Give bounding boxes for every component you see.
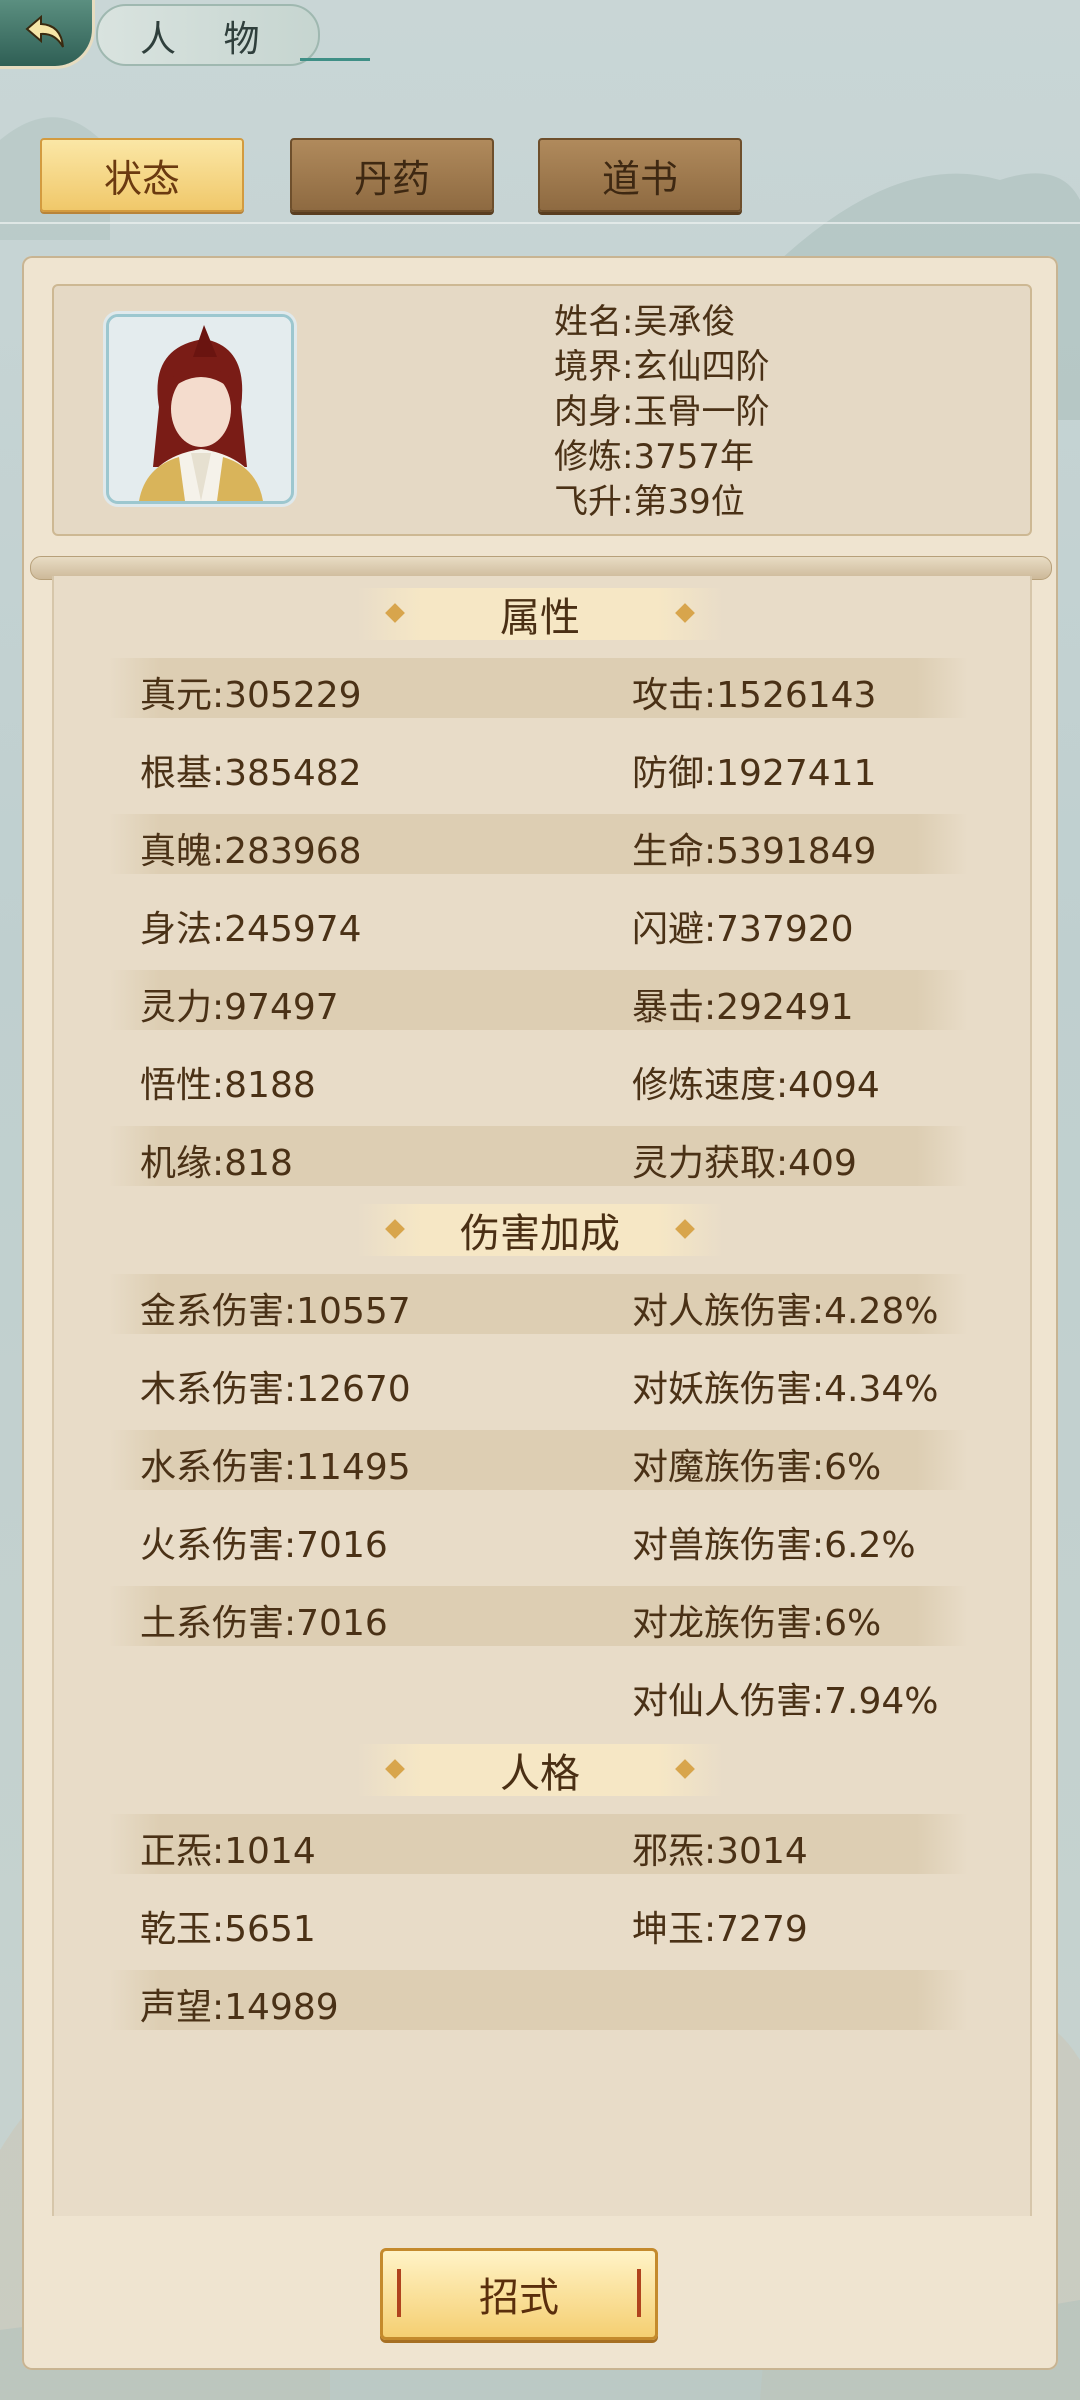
top-bar: 人 物 bbox=[0, 0, 1080, 75]
stat-wuxing: 悟性:8188 bbox=[140, 1065, 316, 1106]
personality-row: 声望:14989 bbox=[108, 1970, 968, 2030]
dmg-wood: 木系伤害:12670 bbox=[140, 1369, 411, 1410]
damage-row: 水系伤害:11495 对魔族伤害:6% bbox=[108, 1430, 968, 1490]
section-damage-title: 伤害加成 bbox=[460, 1211, 620, 1257]
dmg-vs-human: 对人族伤害:4.28% bbox=[632, 1291, 939, 1332]
damage-row: 对仙人伤害:7.94% bbox=[108, 1664, 968, 1724]
dmg-vs-beast: 对兽族伤害:6.2% bbox=[632, 1525, 916, 1566]
tab-status[interactable]: 状态 bbox=[40, 138, 244, 212]
stat-shenfa: 身法:245974 bbox=[140, 909, 362, 950]
character-ascension: 飞升:第39位 bbox=[554, 482, 745, 522]
skills-button-label: 招式 bbox=[479, 2275, 559, 2321]
damage-row: 火系伤害:7016 对兽族伤害:6.2% bbox=[108, 1508, 968, 1568]
stat-zhenyuan: 真元:305229 bbox=[140, 675, 362, 716]
character-name: 姓名:吴承俊 bbox=[554, 302, 736, 342]
stat-reputation: 声望:14989 bbox=[140, 1987, 339, 2028]
section-personality-header: 人格 bbox=[356, 1740, 724, 1800]
stat-hp: 生命:5391849 bbox=[632, 831, 877, 872]
stat-attack: 攻击:1526143 bbox=[632, 675, 877, 716]
damage-row: 木系伤害:12670 对妖族伤害:4.34% bbox=[108, 1352, 968, 1412]
stat-lingli-gain: 灵力获取:409 bbox=[632, 1143, 857, 1184]
character-info: 姓名:吴承俊 境界:玄仙四阶 肉身:玉骨一阶 修炼:3757年 飞升:第39位 bbox=[554, 300, 769, 525]
tab-books[interactable]: 道书 bbox=[538, 138, 742, 212]
character-portrait bbox=[109, 317, 291, 501]
stat-dodge: 闪避:737920 bbox=[632, 909, 854, 950]
section-damage-header: 伤害加成 bbox=[356, 1200, 724, 1260]
dmg-earth: 土系伤害:7016 bbox=[140, 1603, 388, 1644]
stat-defense: 防御:1927411 bbox=[632, 753, 877, 794]
damage-row: 金系伤害:10557 对人族伤害:4.28% bbox=[108, 1274, 968, 1334]
stat-qianyu: 乾玉:5651 bbox=[140, 1909, 316, 1950]
back-arrow-icon bbox=[25, 14, 64, 48]
dmg-water: 水系伤害:11495 bbox=[140, 1447, 411, 1488]
header-divider bbox=[0, 222, 1080, 224]
stat-row: 悟性:8188 修炼速度:4094 bbox=[108, 1048, 968, 1108]
stat-row: 机缘:818 灵力获取:409 bbox=[108, 1126, 968, 1186]
dmg-vs-dragon: 对龙族伤害:6% bbox=[632, 1603, 882, 1644]
personality-row: 正炁:1014 邪炁:3014 bbox=[108, 1814, 968, 1874]
stat-kunyu: 坤玉:7279 bbox=[632, 1909, 808, 1950]
stat-cultivation-speed: 修炼速度:4094 bbox=[632, 1065, 880, 1106]
stat-crit: 暴击:292491 bbox=[632, 987, 854, 1028]
stat-row: 真魄:283968 生命:5391849 bbox=[108, 814, 968, 874]
section-attributes-header: 属性 bbox=[356, 584, 724, 644]
section-personality-title: 人格 bbox=[500, 1751, 580, 1797]
stat-righteous: 正炁:1014 bbox=[140, 1831, 316, 1872]
dmg-vs-immortal: 对仙人伤害:7.94% bbox=[632, 1681, 939, 1722]
stat-row: 灵力:97497 暴击:292491 bbox=[108, 970, 968, 1030]
dmg-vs-devil: 对魔族伤害:6% bbox=[632, 1447, 882, 1488]
damage-row: 土系伤害:7016 对龙族伤害:6% bbox=[108, 1586, 968, 1646]
back-button[interactable] bbox=[0, 0, 95, 69]
stat-row: 根基:385482 防御:1927411 bbox=[108, 736, 968, 796]
stat-evil: 邪炁:3014 bbox=[632, 1831, 808, 1872]
skills-button[interactable]: 招式 bbox=[380, 2248, 658, 2340]
stat-genji: 根基:385482 bbox=[140, 753, 362, 794]
tab-pills[interactable]: 丹药 bbox=[290, 138, 494, 212]
stat-jiyuan: 机缘:818 bbox=[140, 1143, 293, 1184]
title-underline bbox=[300, 58, 370, 61]
character-realm: 境界:玄仙四阶 bbox=[554, 347, 770, 387]
personality-row: 乾玉:5651 坤玉:7279 bbox=[108, 1892, 968, 1952]
stat-row: 身法:245974 闪避:737920 bbox=[108, 892, 968, 952]
dmg-metal: 金系伤害:10557 bbox=[140, 1291, 411, 1332]
character-cultivation: 修炼:3757年 bbox=[554, 437, 754, 477]
character-body: 肉身:玉骨一阶 bbox=[554, 392, 770, 432]
character-avatar[interactable] bbox=[106, 314, 294, 504]
stat-lingli: 灵力:97497 bbox=[140, 987, 339, 1028]
section-attributes-title: 属性 bbox=[500, 595, 580, 641]
stat-row: 真元:305229 攻击:1526143 bbox=[108, 658, 968, 718]
dmg-vs-demon: 对妖族伤害:4.34% bbox=[632, 1369, 939, 1410]
page-title: 人 物 bbox=[140, 19, 278, 60]
stat-zhenpo: 真魄:283968 bbox=[140, 831, 362, 872]
dmg-fire: 火系伤害:7016 bbox=[140, 1525, 388, 1566]
